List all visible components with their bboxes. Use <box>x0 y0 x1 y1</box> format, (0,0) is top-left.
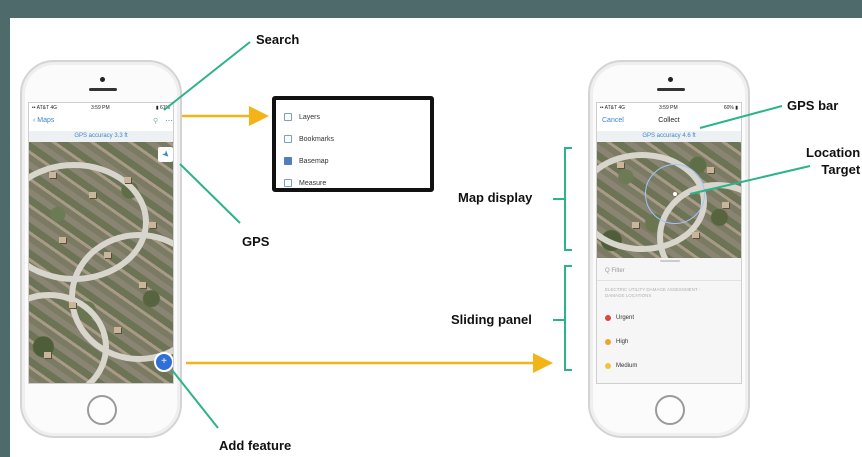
search-callout-line <box>163 41 251 111</box>
gps-bar-callout-line <box>699 105 783 129</box>
sliding-panel-callout: Sliding panel <box>451 312 532 327</box>
add-feature-callout: Add feature <box>219 438 292 453</box>
map-display-callout: Map display <box>458 190 533 205</box>
slide: •• AT&T 4G 3:59 PM ▮ 61% ‹ Maps ⚲ ⋯ GPS … <box>10 18 862 457</box>
annotation-lines <box>163 41 811 429</box>
search-callout: Search <box>256 32 300 47</box>
map-display-bracket <box>553 147 572 251</box>
location-target-callout: Location Target <box>806 145 861 177</box>
sliding-panel-bracket <box>553 265 572 371</box>
gps-callout: GPS <box>242 234 270 249</box>
add-feature-callout-line <box>171 369 219 429</box>
gps-callout-line <box>179 163 241 224</box>
location-target-callout-line <box>689 165 811 195</box>
gps-bar-callout: GPS bar <box>787 98 839 113</box>
